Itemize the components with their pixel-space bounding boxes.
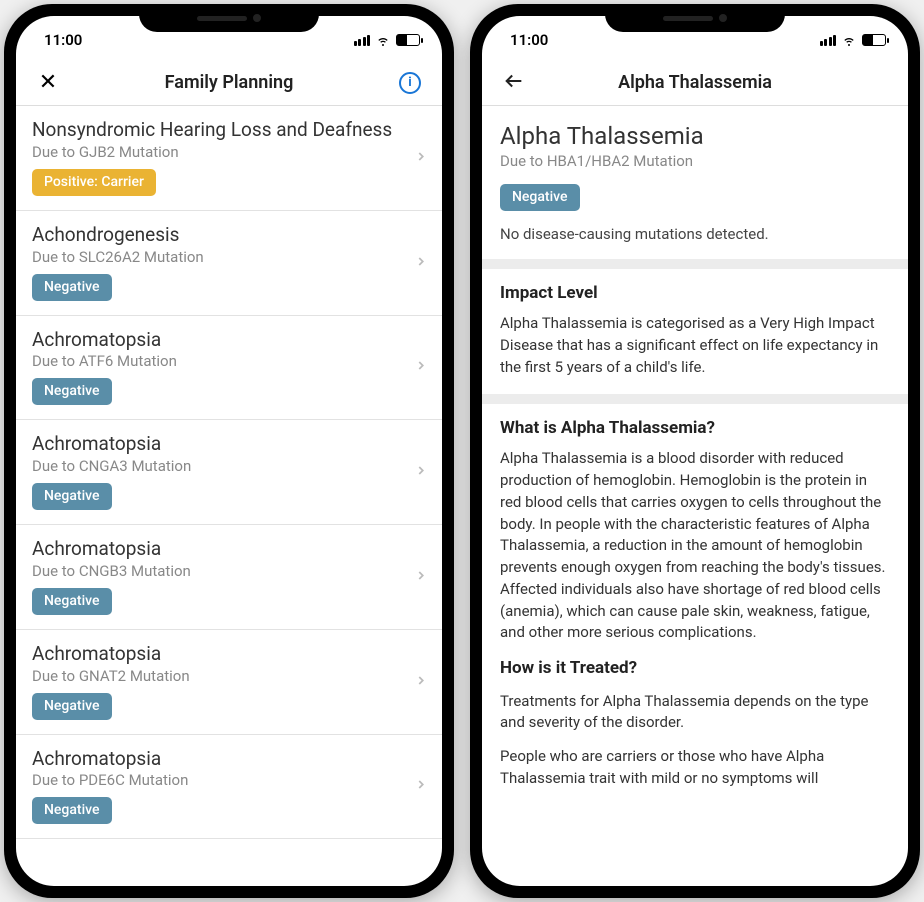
item-title: Achromatopsia [32, 747, 426, 771]
status-time: 11:00 [44, 31, 82, 49]
page-title: Alpha Thalassemia [618, 72, 772, 93]
impact-section: Impact Level Alpha Thalassemia is catego… [482, 269, 908, 394]
detail-sub: Due to HBA1/HBA2 Mutation [500, 152, 890, 170]
notch [139, 4, 319, 32]
phone-frame-right: 11:00 Alpha Thalassemia Alpha Thalassemi… [470, 4, 920, 898]
detail-title: Alpha Thalassemia [500, 122, 890, 150]
status-badge: Negative [32, 274, 112, 301]
screen-right: 11:00 Alpha Thalassemia Alpha Thalassemi… [482, 16, 908, 886]
what-is-section: What is Alpha Thalassemia? Alpha Thalass… [482, 404, 908, 817]
chevron-right-icon [414, 463, 428, 482]
status-badge: Negative [32, 378, 112, 405]
section-body: Alpha Thalassemia is categorised as a Ve… [500, 313, 890, 378]
detail-scroll[interactable]: Alpha Thalassemia Due to HBA1/HBA2 Mutat… [482, 106, 908, 886]
item-title: Nonsyndromic Hearing Loss and Deafness [32, 118, 426, 142]
status-badge: Negative [32, 693, 112, 720]
status-icons [820, 32, 887, 48]
battery-icon [862, 34, 886, 46]
list-item[interactable]: Nonsyndromic Hearing Loss and Deafness D… [16, 106, 442, 211]
item-sub: Due to ATF6 Mutation [32, 352, 426, 370]
phone-frame-left: 11:00 ✕ Family Planning i Nonsyndromic H… [4, 4, 454, 898]
list-item[interactable]: Achromatopsia Due to CNGA3 Mutation Nega… [16, 420, 442, 525]
chevron-right-icon [414, 148, 428, 167]
back-arrow-icon [503, 70, 525, 96]
list-item[interactable]: Achromatopsia Due to PDE6C Mutation Nega… [16, 735, 442, 840]
close-button[interactable]: ✕ [32, 67, 64, 99]
section-divider [482, 259, 908, 269]
wifi-icon [375, 32, 391, 48]
item-sub: Due to CNGB3 Mutation [32, 562, 426, 580]
item-title: Achromatopsia [32, 642, 426, 666]
signal-icon [820, 35, 837, 46]
status-badge: Negative [500, 184, 580, 211]
paragraph: Alpha Thalassemia is a blood disorder wi… [500, 448, 890, 644]
list-item[interactable]: Achondrogenesis Due to SLC26A2 Mutation … [16, 211, 442, 316]
item-sub: Due to GJB2 Mutation [32, 143, 426, 161]
item-title: Achromatopsia [32, 432, 426, 456]
item-sub: Due to CNGA3 Mutation [32, 457, 426, 475]
section-heading: What is Alpha Thalassemia? [500, 418, 890, 438]
notch [605, 4, 785, 32]
item-sub: Due to GNAT2 Mutation [32, 667, 426, 685]
section-divider [482, 394, 908, 404]
nav-bar: ✕ Family Planning i [16, 60, 442, 106]
screen-left: 11:00 ✕ Family Planning i Nonsyndromic H… [16, 16, 442, 886]
nav-bar: Alpha Thalassemia [482, 60, 908, 106]
status-badge: Negative [32, 797, 112, 824]
chevron-right-icon [414, 253, 428, 272]
paragraph: People who are carriers or those who hav… [500, 746, 890, 790]
status-badge: Positive: Carrier [32, 169, 156, 196]
status-badge: Negative [32, 483, 112, 510]
item-sub: Due to SLC26A2 Mutation [32, 248, 426, 266]
nav-right-spacer [860, 67, 892, 99]
close-icon: ✕ [39, 70, 57, 95]
chevron-right-icon [414, 672, 428, 691]
status-icons [354, 32, 421, 48]
info-icon: i [399, 72, 421, 94]
status-badge: Negative [32, 588, 112, 615]
item-sub: Due to PDE6C Mutation [32, 771, 426, 789]
list-item[interactable]: Achromatopsia Due to GNAT2 Mutation Nega… [16, 630, 442, 735]
wifi-icon [841, 32, 857, 48]
paragraph: Treatments for Alpha Thalassemia depends… [500, 691, 890, 735]
back-button[interactable] [498, 67, 530, 99]
section-heading: How is it Treated? [500, 656, 890, 681]
detail-header: Alpha Thalassemia Due to HBA1/HBA2 Mutat… [482, 106, 908, 259]
signal-icon [354, 35, 371, 46]
info-button[interactable]: i [394, 67, 426, 99]
section-heading: Impact Level [500, 283, 890, 303]
battery-icon [396, 34, 420, 46]
chevron-right-icon [414, 777, 428, 796]
list-item[interactable]: Achromatopsia Due to ATF6 Mutation Negat… [16, 316, 442, 421]
page-title: Family Planning [165, 72, 294, 93]
condition-list[interactable]: Nonsyndromic Hearing Loss and Deafness D… [16, 106, 442, 886]
chevron-right-icon [414, 567, 428, 586]
item-title: Achromatopsia [32, 328, 426, 352]
status-time: 11:00 [510, 31, 548, 49]
item-title: Achromatopsia [32, 537, 426, 561]
item-title: Achondrogenesis [32, 223, 426, 247]
detail-summary: No disease-causing mutations detected. [500, 225, 890, 243]
section-body: Alpha Thalassemia is a blood disorder wi… [500, 448, 890, 789]
chevron-right-icon [414, 358, 428, 377]
list-item[interactable]: Achromatopsia Due to CNGB3 Mutation Nega… [16, 525, 442, 630]
